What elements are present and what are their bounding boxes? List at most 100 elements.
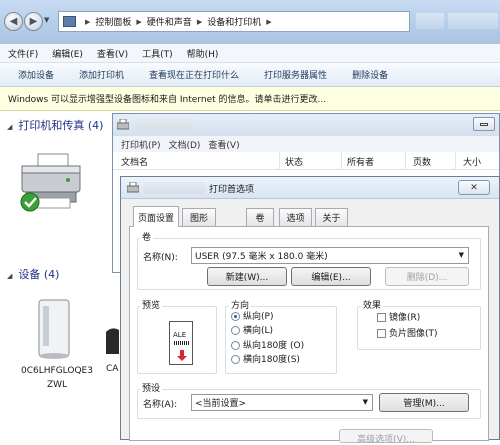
breadcrumb-hardware-sound[interactable]: 硬件和声音 xyxy=(147,15,192,28)
new-button[interactable]: 新建(W)... xyxy=(207,267,287,286)
preview-paper: ALE xyxy=(169,321,193,365)
device-name-label: 0C6LHFGLOQE3 ZWL xyxy=(21,366,93,390)
menu-tools[interactable]: 工具(T) xyxy=(142,47,173,60)
breadcrumb-control-panel[interactable]: 控制面板 xyxy=(95,15,131,28)
printers-section-header[interactable]: ◢ 打印机和传真 (4) xyxy=(7,117,103,133)
preset-group-label: 预设 xyxy=(140,381,163,394)
mirror-checkbox-option[interactable]: 镜像(R) xyxy=(377,312,420,325)
back-button[interactable]: ◀ xyxy=(4,12,23,31)
column-pages[interactable]: 页数 xyxy=(413,155,431,168)
negative-image-checkbox-option[interactable]: 负片图像(T) xyxy=(377,328,438,341)
command-bar: 添加设备 添加打印机 查看现在正在打印什么 打印服务器属性 删除设备 xyxy=(0,63,500,87)
back-arrow-icon: ◀ xyxy=(9,15,18,27)
advanced-options-button[interactable]: 高级选项(V)... xyxy=(339,429,433,445)
address-bar[interactable]: ▶ 控制面板 ▶ 硬件和声音 ▶ 设备和打印机 ▶ xyxy=(58,11,410,32)
column-divider[interactable] xyxy=(455,152,456,170)
radio[interactable] xyxy=(231,355,240,364)
tab-graphics[interactable]: 图形 xyxy=(182,208,216,226)
queue-menu-view[interactable]: 查看(V) xyxy=(208,138,239,151)
queue-menu-printer[interactable]: 打印机(P) xyxy=(121,138,160,151)
history-dropdown-icon[interactable]: ▼ xyxy=(44,16,49,24)
external-drive-icon[interactable] xyxy=(35,298,73,360)
forward-button[interactable]: ▶ xyxy=(24,12,43,31)
checkbox[interactable] xyxy=(377,329,386,338)
search-box[interactable] xyxy=(448,13,498,29)
devices-section-header[interactable]: ◢ 设备 (4) xyxy=(7,266,59,282)
close-button[interactable]: ✕ xyxy=(458,180,490,195)
menu-edit[interactable]: 编辑(E) xyxy=(52,47,83,60)
radio-selected[interactable] xyxy=(231,312,240,321)
effects-group-label: 效果 xyxy=(361,298,384,311)
column-divider[interactable] xyxy=(279,152,280,170)
breadcrumb-separator-icon[interactable]: ▶ xyxy=(266,18,271,26)
queue-title-blurred xyxy=(135,119,195,131)
queue-menu-document[interactable]: 文档(D) xyxy=(168,138,200,151)
tab-about[interactable]: 关于 xyxy=(315,208,348,226)
collapse-triangle-icon: ◢ xyxy=(7,272,13,280)
add-printer-button[interactable]: 添加打印机 xyxy=(79,68,124,81)
tab-page-setup[interactable]: 页面设置 xyxy=(133,206,179,227)
breadcrumb-devices-printers[interactable]: 设备和打印机 xyxy=(207,15,261,28)
control-panel-icon xyxy=(63,16,76,27)
tab-volume[interactable]: 卷 xyxy=(246,208,274,226)
checkbox[interactable] xyxy=(377,313,386,322)
edit-button[interactable]: 编辑(E)... xyxy=(291,267,371,286)
queue-title-bar xyxy=(113,114,499,136)
dropdown-arrow-icon: ▼ xyxy=(362,398,368,406)
menu-view[interactable]: 查看(V) xyxy=(97,47,128,60)
queue-column-headers: 文档名 状态 所有者 页数 大小 xyxy=(113,152,499,170)
volume-name-select[interactable]: USER (97.5 毫米 x 180.0 毫米) ▼ xyxy=(191,247,469,264)
radio[interactable] xyxy=(231,326,240,335)
arrow-down-icon xyxy=(177,350,187,361)
remove-device-button[interactable]: 删除设备 xyxy=(352,68,388,81)
menu-file[interactable]: 文件(F) xyxy=(8,47,38,60)
orientation-portrait-180-option[interactable]: 纵向180度 (O) xyxy=(231,340,304,353)
volume-name-label: 名称(N): xyxy=(143,253,178,263)
column-size[interactable]: 大小 xyxy=(463,155,481,168)
queue-menu-bar: 打印机(P) 文档(D) 查看(V) xyxy=(113,136,499,152)
breadcrumb-separator-icon[interactable]: ▶ xyxy=(85,18,90,26)
preset-name-select[interactable]: <当前设置> ▼ xyxy=(191,394,373,411)
printer-icon[interactable] xyxy=(16,152,86,214)
delete-button[interactable]: 删除(D)... xyxy=(385,267,469,286)
barcode-icon xyxy=(174,341,189,345)
mouse-icon[interactable] xyxy=(104,326,120,356)
printer-small-icon xyxy=(127,182,139,193)
menu-help[interactable]: 帮助(H) xyxy=(187,47,219,60)
forward-arrow-icon: ▶ xyxy=(29,15,38,27)
orientation-landscape-option[interactable]: 横向(L) xyxy=(231,325,273,338)
column-status[interactable]: 状态 xyxy=(285,155,303,168)
orientation-portrait-option[interactable]: 纵向(P) xyxy=(231,311,273,324)
minimize-button[interactable] xyxy=(473,117,495,131)
dropdown-arrow-icon: ▼ xyxy=(458,251,464,259)
preview-group-label: 预览 xyxy=(140,298,163,311)
column-owner[interactable]: 所有者 xyxy=(347,155,374,168)
breadcrumb-separator-icon[interactable]: ▶ xyxy=(197,18,202,26)
refresh-button[interactable] xyxy=(416,13,444,29)
dialog-title-bar: 打印首选项 ✕ xyxy=(121,177,499,199)
orientation-landscape-180-option[interactable]: 横向180度(S) xyxy=(231,354,300,367)
minimize-icon xyxy=(480,122,488,126)
preset-name-label: 名称(A): xyxy=(143,400,178,410)
column-document-name[interactable]: 文档名 xyxy=(121,155,148,168)
preview-paper-text: ALE xyxy=(173,331,187,339)
manage-button[interactable]: 管理(M)... xyxy=(379,393,469,412)
column-divider[interactable] xyxy=(405,152,406,170)
printing-preferences-dialog: 打印首选项 ✕ 卷 选项 关于 图形 页面设置 卷 名称(N): USER (9… xyxy=(120,176,500,445)
tab-options[interactable]: 选项 xyxy=(279,208,312,226)
add-device-button[interactable]: 添加设备 xyxy=(18,68,54,81)
breadcrumb-separator-icon[interactable]: ▶ xyxy=(136,18,141,26)
dialog-title: 打印首选项 xyxy=(209,185,255,195)
print-server-properties-button[interactable]: 打印服务器属性 xyxy=(264,68,327,81)
printer-small-icon xyxy=(117,119,129,130)
info-bar[interactable]: Windows 可以显示增强型设备图标和来自 Internet 的信息。请单击进… xyxy=(0,87,500,111)
see-whats-printing-button[interactable]: 查看现在正在打印什么 xyxy=(149,68,239,81)
info-bar-text: Windows 可以显示增强型设备图标和来自 Internet 的信息。请单击进… xyxy=(8,95,327,105)
device-name-label-2: CA xyxy=(106,364,119,374)
menu-bar: 文件(F) 编辑(E) 查看(V) 工具(T) 帮助(H) xyxy=(0,44,500,63)
column-divider[interactable] xyxy=(341,152,342,170)
orientation-group-label: 方向 xyxy=(229,298,252,311)
close-icon: ✕ xyxy=(470,182,478,193)
radio[interactable] xyxy=(231,341,240,350)
collapse-triangle-icon: ◢ xyxy=(7,123,13,131)
